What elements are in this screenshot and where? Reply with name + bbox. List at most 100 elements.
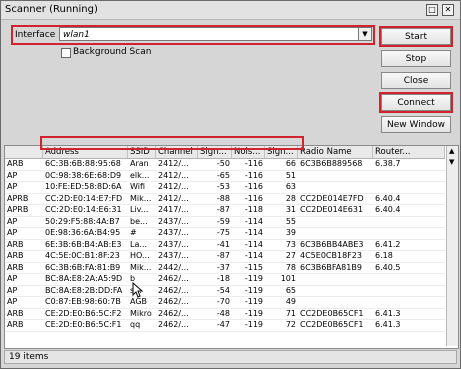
column-header[interactable] [5,146,43,158]
table-cell: 6C3B6BB4ABE3 [300,239,364,249]
table-row[interactable]: APRB CC:2D:E0:14:E7:FD Mik... 2412/... -88 -1… [5,193,445,205]
table-cell: -114 [244,239,263,249]
table-row[interactable]: AP 10:FE:ED:58:8D:6A Wifi 2412/... -53 -116 63 [5,182,445,194]
table-cell: # [130,228,137,237]
selected-row-highlight [40,136,304,150]
table-cell: AP [7,216,18,226]
item-count: 19 items [9,352,49,362]
table-cell: -70 [216,297,230,306]
table-row[interactable]: ARB 6C:3B:6B:88:95:68 Aran 2412/... -50 -116 6… [5,159,445,171]
new-window-button[interactable]: New Window [381,116,451,133]
table-cell: HO... [130,251,150,260]
table-cell: AP [7,182,18,191]
table-cell: 55 [285,216,296,226]
table-cell [373,217,445,228]
close-window-icon[interactable]: ✕ [442,4,454,16]
table-cell: Aran [130,159,149,168]
table-cell: 63 [285,182,296,191]
title-bar: Scanner (Running) □ ✕ [1,1,460,20]
table-body: ARB 6C:3B:6B:88:95:68 Aran 2412/... -50 -116 6… [5,159,445,332]
table-cell: 0E:98:36:6A:B4:95 [45,228,121,237]
connect-button[interactable]: Connect [379,92,453,113]
stop-button[interactable]: Stop [381,50,451,67]
table-row[interactable]: ARB 4C:5E:0C:B1:8F:23 HO... 2437/... -87 -114… [5,251,445,263]
table-cell: 6.41.3 [375,320,401,329]
table-row[interactable]: ARB 6C:3B:6B:FA:81:B9 Mik... 2442/... -37 -11… [5,262,445,274]
table-cell: ARB [7,308,24,318]
table-cell: 2462/... [158,308,189,318]
table-cell: CC2DE014E7FD [300,193,364,203]
table-cell [373,297,445,308]
table-cell: 2462/... [158,320,189,329]
table-cell: 28 [285,193,296,203]
table-cell [298,182,373,193]
table-row[interactable]: AP BC:8A:E8:2A:A5:9D b 2462/... -18 -119 101 [5,274,445,286]
table-cell: 50:29:F5:88:4A:B7 [45,216,120,226]
table-cell: -119 [244,297,263,306]
table-cell: 2462/... [158,285,189,295]
table-cell: 78 [285,262,296,272]
table-cell: -87 [216,251,230,260]
table-cell: APRB [7,205,29,214]
table-row[interactable]: ARB CE:2D:E0:B6:5C:F1 qq 2462/... -47 -119 72 C… [5,320,445,332]
table-cell: 6C:3B:6B:FA:81:B9 [45,262,121,272]
table-cell: 2412/... [158,182,189,191]
table-cell: -75 [216,228,230,237]
table-row[interactable]: AP C0:87:EB:98:60:7B AGB 2462/... -70 -119 49 [5,297,445,309]
interface-select[interactable]: wlan1 [59,27,359,41]
table-cell: 51 [285,170,296,180]
table-cell: 65 [285,285,296,295]
table-row[interactable]: ARB CE:2D:E0:B6:5C:F2 Mikro 2462/... -48 -119… [5,308,445,320]
table-cell: 4C5E0CB18F23 [300,251,362,260]
column-header[interactable]: Router... [373,146,445,158]
table-cell: 2412/... [158,193,189,203]
table-cell: 6C:3B:6B:88:95:68 [45,159,121,168]
table-cell: -114 [244,251,263,260]
table-cell: CC:2D:E0:14:E7:FD [45,193,123,203]
background-scan-checkbox[interactable] [61,48,71,58]
chevron-down-icon[interactable]: ▼ [358,27,372,41]
table-cell: AP [7,170,18,180]
scroll-down-icon[interactable]: ▼ [449,158,454,166]
table-cell: 2412/... [158,170,189,180]
vertical-scrollbar[interactable]: ▲ ▼ [446,146,458,346]
background-scan-label: Background Scan [73,47,152,57]
table-cell: C0:87:EB:98:60:7B [45,297,121,306]
scroll-up-icon[interactable]: ▲ [449,147,454,155]
table-cell: 6.40.4 [375,205,401,214]
table-cell: CC2DE0B65CF1 [300,308,364,318]
table-cell: qq [130,320,141,329]
table-cell: CC2DE014E631 [300,205,364,214]
minimize-icon[interactable]: □ [426,4,438,16]
table-row[interactable]: ARB 6E:3B:6B:B4:AB:E3 La... 2437/... -41 -114… [5,239,445,251]
table-row[interactable]: AP 0E:98:36:6A:B4:95 #2437/... -75 -114 39 [5,228,445,240]
table-cell [373,274,445,285]
table-cell: ARB [7,251,24,260]
table-cell [298,297,373,308]
table-cell [298,274,373,285]
table-cell: 6.41.3 [375,308,401,318]
table-cell [373,286,445,297]
table-cell: ARB [7,320,24,329]
table-cell: -65 [216,170,230,180]
table-cell: 71 [285,308,296,318]
table-cell [298,171,373,182]
start-button[interactable]: Start [379,26,453,47]
table-cell [298,286,373,297]
table-row[interactable]: AP 50:29:F5:88:4A:B7 be... 2437/... -59 -114 5… [5,216,445,228]
table-cell: elk... [130,170,150,180]
table-row[interactable]: APBC:8A:E8:2B:DD:FAs...2462/...-54-11965 [5,285,445,297]
mouse-cursor-icon [132,282,144,298]
table-cell: -116 [244,170,263,180]
table-row[interactable]: AP 0C:98:38:6E:68:D9 elk... 2412/... -65 -116… [5,170,445,182]
table-cell: 0C:98:38:6E:68:D9 [45,170,122,180]
close-button[interactable]: Close [381,72,451,89]
table-cell: 2437/... [158,239,189,249]
column-header[interactable]: Radio Name [298,146,373,158]
table-cell [373,171,445,182]
table-cell: ARB [7,239,24,249]
table-cell: 6C3B6B889568 [300,159,363,168]
table-row[interactable]: APRB CC:2D:E0:14:E6:31 Liv... 2417/... -87 -1… [5,205,445,217]
table-cell: AP [7,228,18,237]
table-cell: AP [7,297,18,306]
